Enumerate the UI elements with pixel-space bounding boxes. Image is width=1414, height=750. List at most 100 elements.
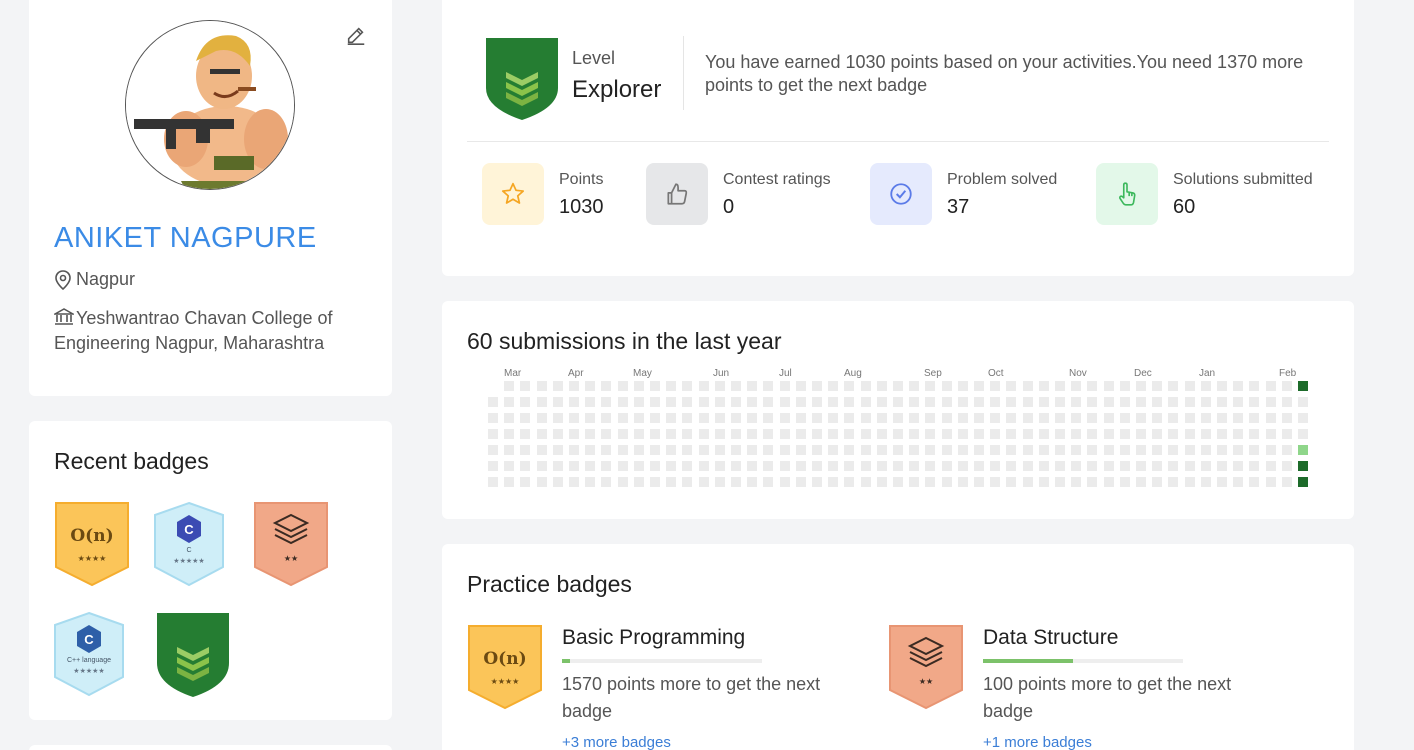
heatmap-cell	[1104, 381, 1114, 391]
heatmap-cell	[1185, 445, 1195, 455]
heatmap-cell	[699, 397, 709, 407]
heatmap-cell	[731, 397, 741, 407]
heatmap-cell	[1023, 429, 1033, 439]
heatmap-cell	[796, 461, 806, 471]
svg-text:★★★★★: ★★★★★	[73, 667, 104, 675]
heatmap-cell	[715, 413, 725, 423]
heatmap-cell	[1152, 445, 1162, 455]
heatmap-cell	[861, 477, 871, 487]
heatmap-cell	[1006, 381, 1016, 391]
cpp-badge-icon[interactable]: C C++ language ★★★★★	[53, 611, 125, 697]
heatmap-cell	[488, 397, 498, 407]
heatmap-cell	[650, 445, 660, 455]
heatmap-cell	[666, 413, 676, 423]
heatmap-cell	[1217, 445, 1227, 455]
heatmap-cell	[925, 397, 935, 407]
month-labels: Mar Apr May Jun Jul Aug Sep Oct Nov Dec Jan Feb	[442, 368, 1354, 380]
practice-badge-message: 1570 points more to get the next badge	[562, 674, 821, 721]
heatmap-cell	[1055, 413, 1065, 423]
heatmap-cell	[1023, 413, 1033, 423]
heatmap-cell	[1298, 381, 1308, 391]
c-badge-icon[interactable]: C C ★★★★★	[153, 501, 225, 587]
stat-value: 37	[947, 196, 970, 218]
heatmap-cell	[731, 429, 741, 439]
heatmap-cell	[1298, 477, 1308, 487]
heatmap-cell	[650, 477, 660, 487]
more-badges-link[interactable]: +3 more badges	[562, 734, 671, 750]
heatmap-cell	[650, 429, 660, 439]
heatmap-cell	[877, 429, 887, 439]
heatmap-cell	[520, 429, 530, 439]
complexity-badge-icon[interactable]: O(n) ★★★★	[54, 501, 130, 587]
month-label: Jan	[1199, 368, 1216, 379]
progress-fill	[562, 659, 570, 663]
heatmap-cell	[682, 461, 692, 471]
heatmap-cell	[1055, 429, 1065, 439]
explorer-badge-icon[interactable]	[153, 611, 233, 699]
heatmap-cell	[942, 381, 952, 391]
heatmap-cell	[699, 413, 709, 423]
heatmap-cell	[666, 381, 676, 391]
heatmap-cell	[844, 381, 854, 391]
heatmap-cell	[715, 461, 725, 471]
heatmap-cell	[537, 461, 547, 471]
month-label: Aug	[844, 368, 862, 379]
level-divider	[683, 36, 684, 110]
heatmap-cell	[553, 445, 563, 455]
heatmap-cell	[1136, 413, 1146, 423]
practice-badges-card: Practice badges O(n) ★★★★ Basic Programm…	[442, 544, 1354, 750]
heatmap-cell	[520, 445, 530, 455]
heatmap-cell	[1104, 429, 1114, 439]
heatmap-cell	[909, 413, 919, 423]
profile-location: Nagpur	[54, 269, 135, 290]
heatmap-cell	[1201, 381, 1211, 391]
heatmap-cell	[1185, 477, 1195, 487]
heatmap-cell	[958, 381, 968, 391]
heatmap-cell	[780, 429, 790, 439]
heatmap-cell	[1055, 445, 1065, 455]
more-badges-link[interactable]: +1 more badges	[983, 734, 1092, 750]
heatmap-cell	[520, 381, 530, 391]
thumbs-up-icon	[646, 163, 708, 225]
college-text: Yeshwantrao Chavan College of Engineerin…	[54, 308, 333, 353]
data-structure-badge-icon[interactable]: ★★	[253, 501, 329, 587]
heatmap-cell	[504, 461, 514, 471]
svg-text:C++ language: C++ language	[67, 657, 111, 664]
heatmap-cell	[731, 477, 741, 487]
recent-badges-card: Recent badges O(n) ★★★★ C C ★★★★★ ★★ C C…	[29, 421, 392, 720]
heatmap-cell	[942, 413, 952, 423]
heatmap-cell	[488, 461, 498, 471]
heatmap-cell	[828, 429, 838, 439]
profile-college: Yeshwantrao Chavan College of Engineerin…	[54, 306, 354, 356]
heatmap-cell	[1104, 445, 1114, 455]
heatmap-cell	[1233, 445, 1243, 455]
heatmap-cell	[1120, 477, 1130, 487]
heatmap-cell	[1006, 461, 1016, 471]
heatmap-cell	[844, 413, 854, 423]
heatmap-cell	[504, 445, 514, 455]
heatmap-cell	[780, 413, 790, 423]
submissions-card: 60 submissions in the last year Mar Apr Ma…	[442, 301, 1354, 519]
heatmap-cell	[812, 477, 822, 487]
edit-icon[interactable]	[345, 24, 367, 46]
heatmap-cell	[958, 461, 968, 471]
profile-card: ANIKET NAGPURE Nagpur Yeshwantrao Chavan…	[29, 0, 392, 396]
heatmap-cell	[1120, 429, 1130, 439]
heatmap-cell	[844, 445, 854, 455]
svg-text:C: C	[84, 632, 94, 647]
heatmap-cell	[682, 445, 692, 455]
star-icon	[482, 163, 544, 225]
heatmap-cell	[569, 429, 579, 439]
heatmap-cell	[1136, 429, 1146, 439]
heatmap-cell	[812, 381, 822, 391]
heatmap-cell	[666, 477, 676, 487]
heatmap-cell	[1201, 445, 1211, 455]
heatmap-cell	[1282, 381, 1292, 391]
heatmap-cell	[1087, 397, 1097, 407]
recent-badges-title: Recent badges	[54, 448, 209, 474]
heatmap-cell	[520, 397, 530, 407]
month-label: May	[633, 368, 652, 379]
heatmap-cell	[1168, 413, 1178, 423]
practice-badge-basic-programming: O(n) ★★★★ Basic Programming 1570 points …	[467, 624, 867, 750]
heatmap-cell	[1152, 477, 1162, 487]
